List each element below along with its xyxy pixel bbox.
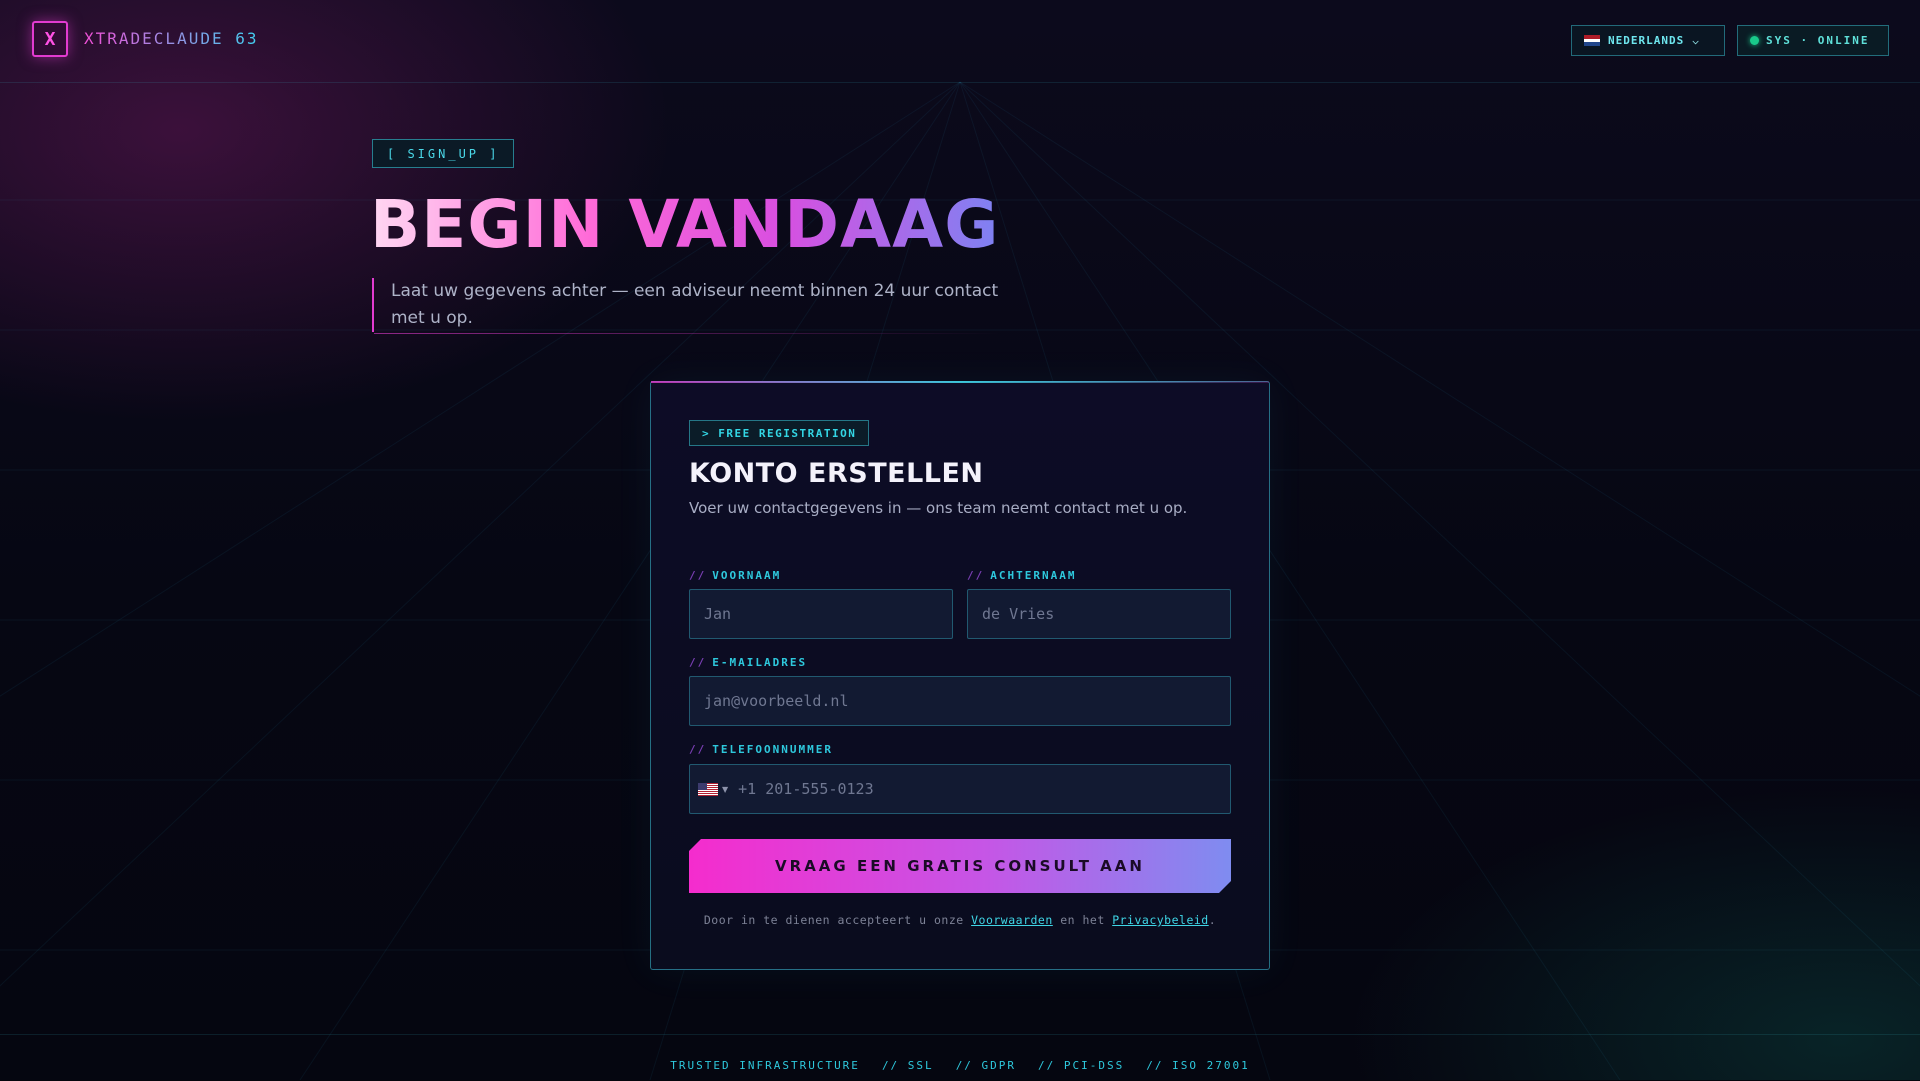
terms-link[interactable]: Voorwaarden xyxy=(971,913,1053,927)
country-code-selector[interactable]: ▼ xyxy=(690,765,728,813)
trust-item: // GDPR xyxy=(955,1059,1017,1072)
last-name-label: // ACHTERNAAM xyxy=(967,569,1076,582)
last-name-field[interactable] xyxy=(967,589,1231,639)
chevron-down-icon: ⌵ xyxy=(1692,34,1700,47)
privacy-link[interactable]: Privacybeleid xyxy=(1112,913,1209,927)
terms-text-middle: en het xyxy=(1060,913,1105,927)
trust-item: // ISO 27001 xyxy=(1146,1059,1250,1072)
footer: TRUSTED INFRASTRUCTURE // SSL // GDPR //… xyxy=(0,1034,1920,1081)
us-flag-icon xyxy=(698,782,718,796)
first-name-label-text: VOORNAAM xyxy=(712,569,782,582)
logo-icon[interactable]: X xyxy=(32,21,68,57)
trust-badges: TRUSTED INFRASTRUCTURE // SSL // GDPR //… xyxy=(0,1059,1920,1072)
label-prefix: // xyxy=(967,569,985,582)
terms-text-after: . xyxy=(1208,913,1217,927)
netherlands-flag-icon xyxy=(1584,35,1600,47)
phone-label-text: TELEFOONNUMMER xyxy=(712,743,833,756)
first-name-label: // VOORNAAM xyxy=(689,569,781,582)
label-prefix: // xyxy=(689,656,707,669)
email-label: // E-MAILADRES xyxy=(689,656,807,669)
system-status: SYS · ONLINE xyxy=(1737,25,1889,56)
trust-item: TRUSTED INFRASTRUCTURE xyxy=(670,1059,860,1072)
terms-text-before: Door in te dienen accepteert u onze xyxy=(703,913,964,927)
brand-name[interactable]: XTRADECLAUDE 63 xyxy=(84,29,259,48)
phone-field[interactable] xyxy=(728,765,1230,813)
first-name-field[interactable] xyxy=(689,589,953,639)
trust-item: // SSL xyxy=(881,1059,934,1072)
registration-tag: > FREE REGISTRATION xyxy=(689,420,870,446)
phone-label: // TELEFOONNUMMER xyxy=(689,743,833,756)
status-dot-icon xyxy=(1750,36,1759,45)
page-subtitle: Laat uw gegevens achter — een adviseur n… xyxy=(372,278,1000,334)
language-label: NEDERLANDS xyxy=(1608,34,1685,47)
page-title: BEGIN VANDAAG xyxy=(370,186,1000,263)
phone-field-wrapper: ▼ xyxy=(689,764,1231,814)
language-selector[interactable]: NEDERLANDS ⌵ xyxy=(1571,25,1725,56)
submit-button[interactable]: VRAAG EEN GRATIS CONSULT AAN xyxy=(689,839,1231,893)
email-label-text: E-MAILADRES xyxy=(712,656,808,669)
label-prefix: // xyxy=(689,569,707,582)
trust-item: // PCI-DSS xyxy=(1038,1059,1125,1072)
label-prefix: // xyxy=(689,743,707,756)
terms-notice: Door in te dienen accepteert u onze Voor… xyxy=(651,913,1269,927)
form-subtitle: Voer uw contactgegevens in — ons team ne… xyxy=(689,499,1188,517)
last-name-label-text: ACHTERNAAM xyxy=(990,569,1077,582)
status-label: SYS · ONLINE xyxy=(1766,34,1870,47)
email-field[interactable] xyxy=(689,676,1231,726)
registration-card: > FREE REGISTRATION KONTO ERSTELLEN Voer… xyxy=(650,381,1270,970)
signup-tag: [ SIGN_UP ] xyxy=(372,139,515,168)
top-bar: X XTRADECLAUDE 63 NEDERLANDS ⌵ SYS · ONL… xyxy=(0,0,1920,83)
form-title: KONTO ERSTELLEN xyxy=(689,458,984,489)
